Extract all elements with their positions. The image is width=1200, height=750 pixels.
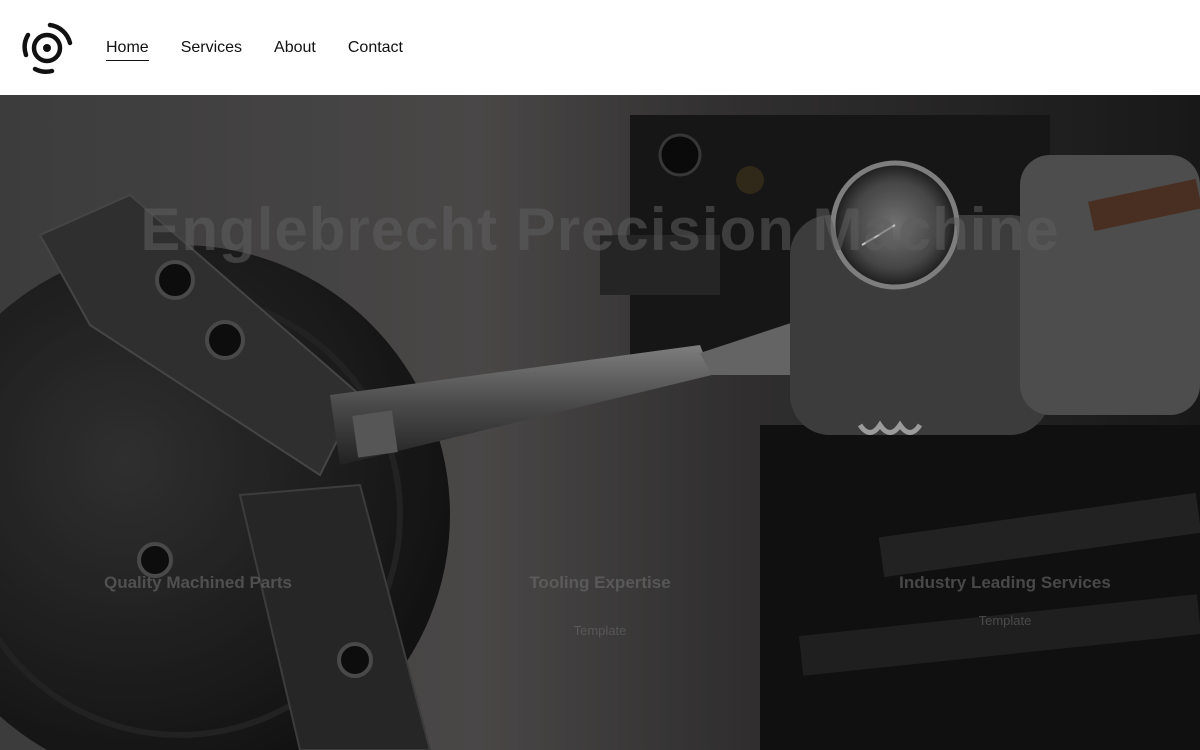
nav-home[interactable]: Home — [106, 38, 149, 61]
hero-background-image — [0, 95, 1200, 750]
main-nav: Home Services About Contact — [106, 38, 435, 61]
feature-title: Industry Leading Services — [899, 573, 1111, 592]
site-header: Home Services About Contact — [0, 0, 1200, 95]
feature-tooling-expertise: Tooling Expertise Template — [450, 573, 750, 638]
nav-contact[interactable]: Contact — [348, 38, 403, 58]
nav-about[interactable]: About — [274, 38, 316, 58]
feature-title: Quality Machined Parts — [104, 573, 292, 592]
feature-industry-services: Industry Leading Services Template — [855, 573, 1155, 628]
hero-title: Englebrecht Precision Machine — [140, 196, 1060, 263]
logo-icon[interactable] — [20, 21, 74, 75]
feature-subtitle: Template — [573, 623, 627, 638]
hero-section: Englebrecht Precision Machine Quality Ma… — [0, 95, 1200, 750]
nav-services[interactable]: Services — [181, 38, 242, 58]
feature-quality-parts: Quality Machined Parts — [48, 573, 348, 593]
feature-title: Tooling Expertise — [529, 573, 671, 592]
feature-subtitle: Template — [978, 613, 1032, 628]
